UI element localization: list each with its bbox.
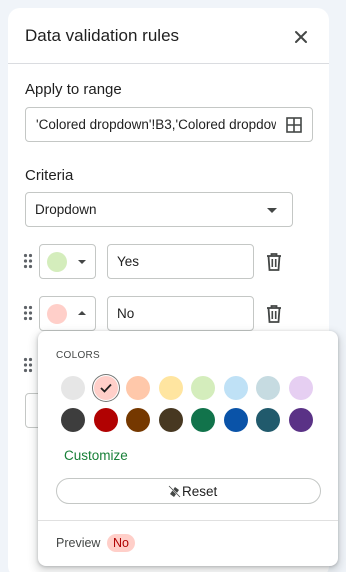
color-swatch-5a3286[interactable] xyxy=(288,408,313,432)
format-clear-icon xyxy=(168,485,181,498)
reset-label: Reset xyxy=(182,484,218,499)
drag-handle-icon[interactable] xyxy=(23,253,33,269)
option-value-input-no[interactable] xyxy=(107,296,254,331)
colors-heading: COLORS xyxy=(56,350,101,361)
reset-button[interactable]: Reset xyxy=(56,478,321,504)
trash-icon[interactable] xyxy=(264,251,284,273)
color-swatch-0a53a8[interactable] xyxy=(223,408,248,432)
criteria-select[interactable]: Dropdown xyxy=(25,192,293,227)
header-divider xyxy=(8,63,329,64)
apply-to-range-label: Apply to range xyxy=(25,81,122,98)
drag-handle-icon[interactable] xyxy=(23,357,33,373)
customize-link[interactable]: Customize xyxy=(64,448,128,463)
color-swatch-c6dbe1[interactable] xyxy=(256,376,280,400)
color-picker-popup: COLORS Customize Reset Preview No xyxy=(38,331,338,566)
close-button[interactable] xyxy=(289,25,313,49)
option-color-swatch xyxy=(47,304,67,324)
color-swatch-bfe1f6[interactable] xyxy=(223,376,248,400)
option-color-swatch xyxy=(47,252,67,272)
drag-handle-icon[interactable] xyxy=(23,305,33,321)
trash-icon[interactable] xyxy=(264,303,284,325)
color-swatch-ffe5a0[interactable] xyxy=(158,376,183,400)
option-color-button-no[interactable] xyxy=(39,296,96,331)
preview-label: Preview xyxy=(56,536,101,550)
color-swatch-ffc8aa[interactable] xyxy=(126,376,150,400)
color-swatch-753800[interactable] xyxy=(126,408,150,432)
range-input-value: 'Colored dropdown'!B3,'Colored dropdown'… xyxy=(36,117,276,132)
color-swatch-e6e6e6[interactable] xyxy=(61,376,85,400)
popup-divider xyxy=(38,520,338,521)
grid-icon[interactable] xyxy=(285,116,303,134)
caret-down-icon xyxy=(267,208,277,213)
option-value-input-yes[interactable] xyxy=(107,244,254,279)
color-swatch-215a6c[interactable] xyxy=(256,408,280,432)
close-icon xyxy=(295,31,307,43)
color-swatch-d4edbc[interactable] xyxy=(191,376,215,400)
color-swatch-11734b[interactable] xyxy=(191,408,215,432)
color-swatch-ffcfc9[interactable] xyxy=(93,376,118,400)
panel-header: Data validation rules xyxy=(8,8,329,64)
criteria-label: Criteria xyxy=(25,167,74,184)
color-swatch-b10202[interactable] xyxy=(93,408,118,432)
preview-chip: No xyxy=(107,534,135,552)
option-color-button-yes[interactable] xyxy=(39,244,96,279)
color-swatch-3d3d3d[interactable] xyxy=(61,408,85,432)
range-input[interactable]: 'Colored dropdown'!B3,'Colored dropdown'… xyxy=(25,107,313,142)
criteria-select-value: Dropdown xyxy=(35,202,97,217)
check-icon xyxy=(99,383,112,393)
caret-up-icon xyxy=(78,311,86,315)
color-swatch-e6cff2[interactable] xyxy=(288,376,313,400)
panel-title: Data validation rules xyxy=(25,26,180,45)
caret-down-icon xyxy=(78,260,86,264)
color-swatch-473821[interactable] xyxy=(158,408,183,432)
